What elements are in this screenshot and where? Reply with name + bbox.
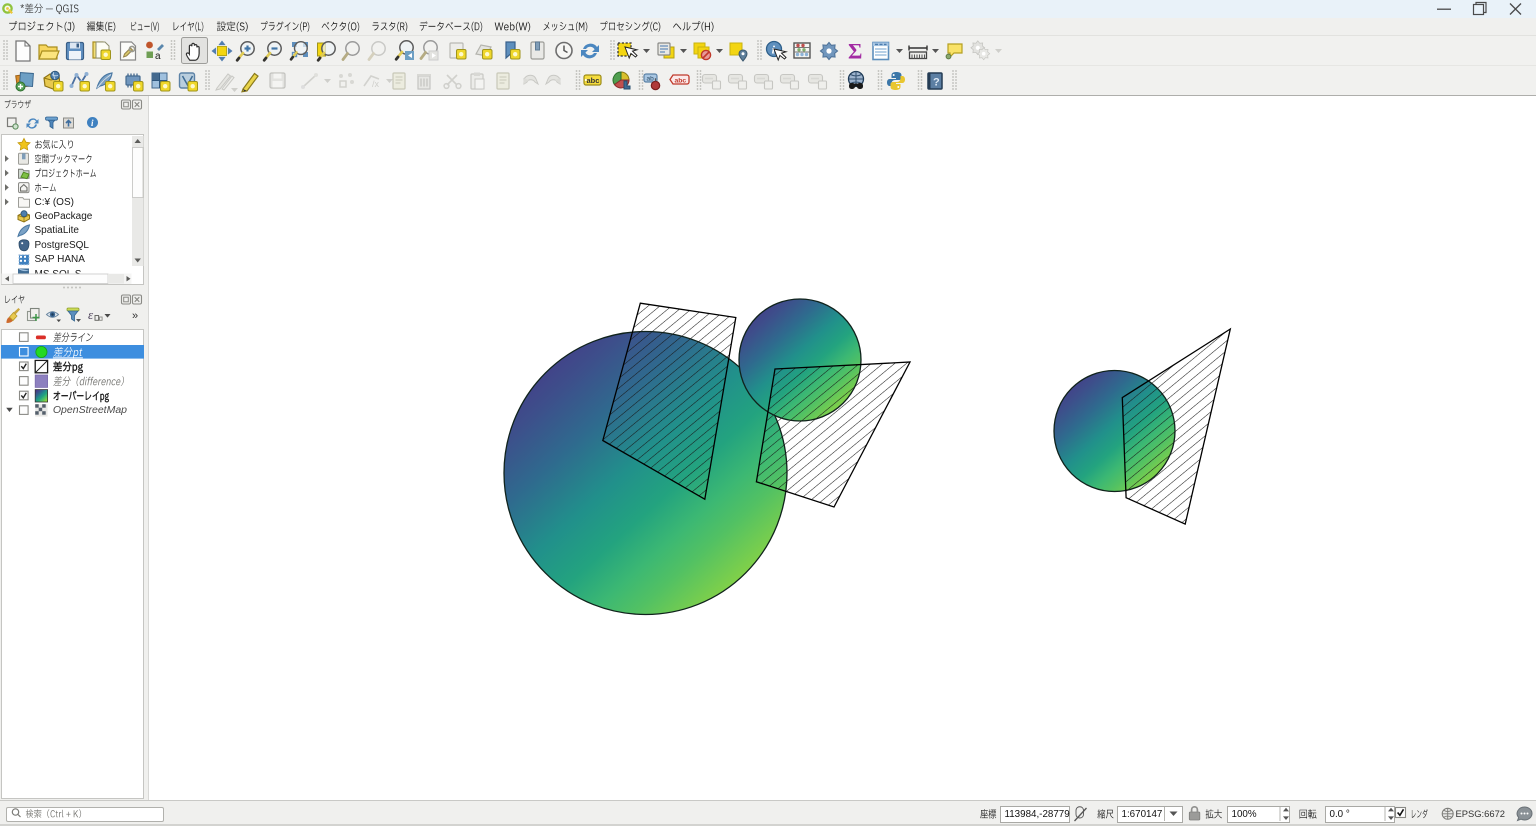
svg-text:abc: abc (675, 78, 687, 85)
svg-text:/x: /x (372, 79, 380, 89)
svg-text:abc: abc (587, 76, 600, 85)
svg-text:»: » (132, 310, 138, 322)
svg-text:?: ? (933, 77, 940, 89)
svg-text:ε: ε (88, 307, 94, 322)
svg-text:a: a (155, 51, 161, 62)
svg-text:Σ: Σ (848, 39, 862, 64)
